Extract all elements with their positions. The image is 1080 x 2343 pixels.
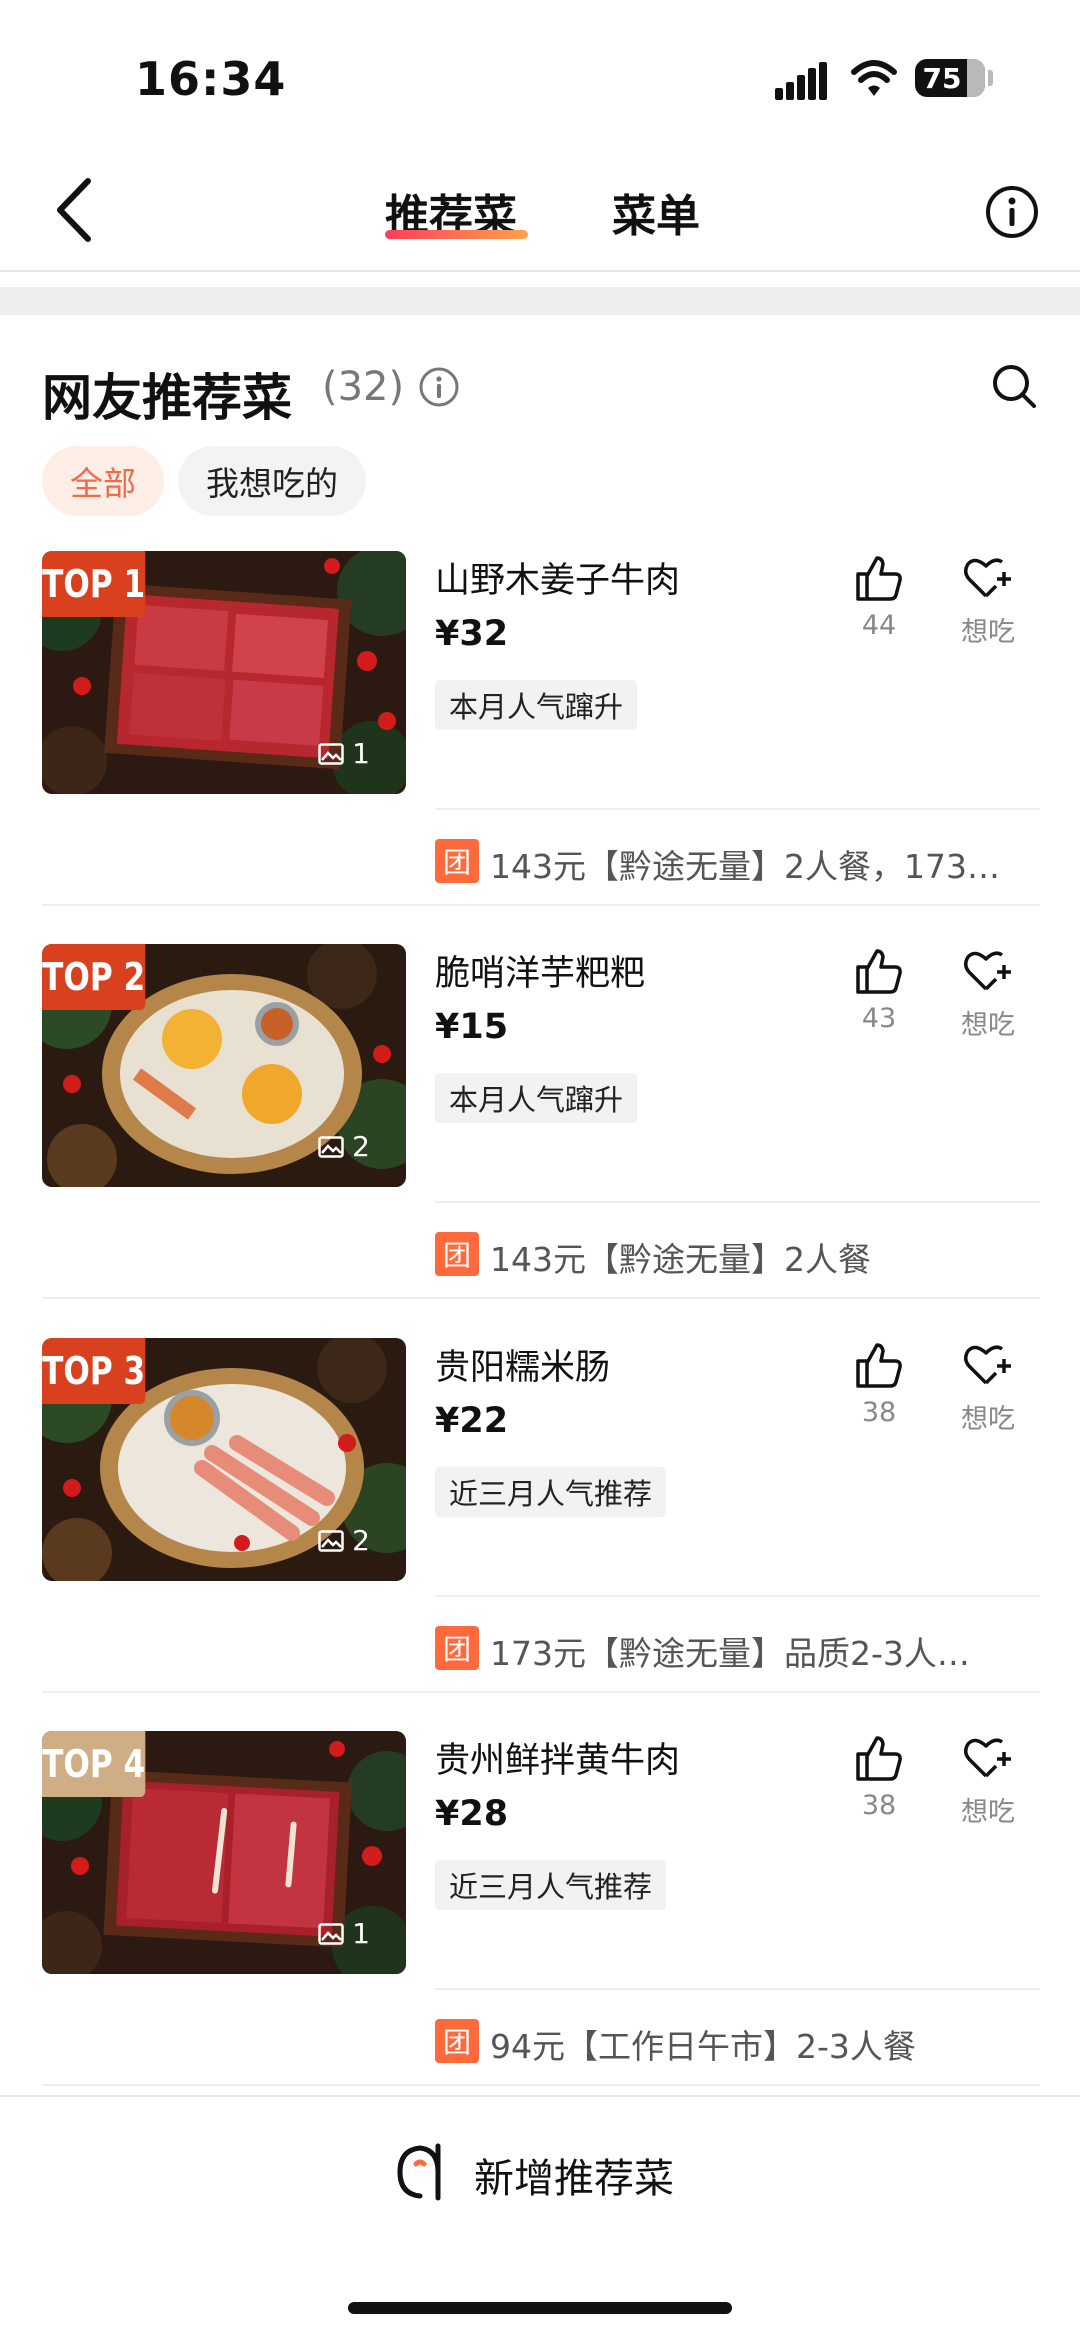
dish-tag: 近三月人气推荐 — [435, 1467, 667, 1517]
dish-price: ¥15 — [435, 1007, 509, 1047]
item-inner-divider — [435, 1988, 1040, 1990]
group-deal-icon: 团 — [435, 1626, 479, 1670]
image-icon — [318, 1922, 344, 1945]
search-icon[interactable] — [990, 362, 1038, 410]
dish-item[interactable]: TOP 1 1 山野木姜子牛肉 ¥32 本月人气蹿升 44 想吃 团 143元【… — [0, 550, 1080, 906]
want-label: 想吃 — [961, 617, 1015, 648]
dish-item[interactable]: TOP 2 2 脆哨洋芋粑粑 ¥15 本月人气蹿升 43 想吃 团 143元【黔… — [0, 943, 1080, 1299]
photo-count-value: 2 — [352, 1524, 370, 1557]
want-label: 想吃 — [961, 1797, 1015, 1828]
header-divider — [0, 270, 1080, 272]
battery-tip — [988, 70, 993, 86]
group-deal-text[interactable]: 143元【黔途无量】2人餐，173… — [490, 840, 1000, 888]
dish-name[interactable]: 脆哨洋芋粑粑 — [435, 945, 645, 996]
heart-plus-icon[interactable] — [962, 1339, 1014, 1391]
photo-count: 2 — [318, 1130, 370, 1163]
like-count: 38 — [861, 1397, 897, 1428]
like-count: 43 — [861, 1003, 897, 1034]
dish-photo[interactable]: TOP 2 2 — [42, 944, 406, 1187]
rank-badge: TOP 2 — [42, 944, 146, 1010]
group-deal-icon: 团 — [435, 839, 479, 883]
dish-name[interactable]: 山野木姜子牛肉 — [435, 552, 680, 603]
dish-photo[interactable]: TOP 3 2 — [42, 1338, 406, 1581]
like-count: 38 — [861, 1790, 897, 1821]
rank-badge-wrap: TOP 1 — [42, 551, 168, 617]
group-deal-text[interactable]: 143元【黔途无量】2人餐 — [490, 1233, 871, 1281]
dish-photo[interactable]: TOP 4 1 — [42, 1731, 406, 1974]
thumbs-up-icon[interactable] — [853, 945, 905, 997]
heart-plus-icon[interactable] — [962, 1732, 1014, 1784]
chevron-left-icon[interactable] — [50, 175, 100, 245]
image-icon — [318, 742, 344, 765]
want-label: 想吃 — [961, 1010, 1015, 1041]
wifi-icon — [851, 60, 897, 96]
photo-count: 1 — [318, 1917, 370, 1950]
thumbs-up-icon[interactable] — [853, 552, 905, 604]
dish-tag: 本月人气蹿升 — [435, 1073, 638, 1123]
dish-item[interactable]: TOP 4 1 贵州鲜拌黄牛肉 ¥28 近三月人气推荐 38 想吃 团 94元【… — [0, 1730, 1080, 2086]
item-divider — [42, 2084, 1040, 2086]
tab-menu[interactable]: 菜单 — [612, 180, 700, 244]
battery-indicator: 75 — [915, 59, 985, 97]
thumbs-up-icon[interactable] — [853, 1732, 905, 1784]
heart-plus-icon[interactable] — [962, 945, 1014, 997]
image-icon — [318, 1135, 344, 1158]
rank-badge: TOP 4 — [42, 1731, 146, 1797]
item-inner-divider — [435, 1201, 1040, 1203]
active-tab-indicator — [385, 230, 528, 239]
photo-count-value: 2 — [352, 1130, 370, 1163]
dish-name[interactable]: 贵阳糯米肠 — [435, 1339, 610, 1390]
dish-price: ¥28 — [435, 1794, 509, 1834]
image-icon — [318, 1529, 344, 1552]
group-deal-icon: 团 — [435, 1232, 479, 1276]
photo-count-value: 1 — [352, 737, 370, 770]
dish-price: ¥32 — [435, 614, 509, 654]
section-info-icon[interactable] — [418, 366, 460, 408]
item-inner-divider — [435, 808, 1040, 810]
cellular-signal-icon — [775, 62, 827, 100]
group-deal-text[interactable]: 94元【工作日午市】2-3人餐 — [490, 2020, 916, 2068]
like-count: 44 — [861, 610, 897, 641]
rank-badge-wrap: TOP 3 — [42, 1338, 168, 1404]
dish-price: ¥22 — [435, 1401, 509, 1441]
rank-badge: TOP 1 — [42, 551, 146, 617]
thumbs-up-icon[interactable] — [853, 1339, 905, 1391]
filter-all-chip[interactable]: 全部 — [42, 446, 164, 516]
add-recommended-dish-button[interactable]: 新增推荐菜 — [380, 2125, 710, 2220]
section-title: 网友推荐菜 — [42, 369, 292, 427]
status-time: 16:34 — [135, 52, 287, 106]
photo-count-value: 1 — [352, 1917, 370, 1950]
filter-want-chip[interactable]: 我想吃的 — [178, 446, 366, 516]
dish-item[interactable]: TOP 3 2 贵阳糯米肠 ¥22 近三月人气推荐 38 想吃 团 173元【黔… — [0, 1337, 1080, 1693]
item-inner-divider — [435, 1595, 1040, 1597]
item-divider — [42, 1691, 1040, 1693]
photo-count: 1 — [318, 737, 370, 770]
section-count: (32) — [322, 364, 405, 410]
heart-plus-icon[interactable] — [962, 552, 1014, 604]
add-dish-label: 新增推荐菜 — [474, 2156, 674, 2202]
dish-name[interactable]: 贵州鲜拌黄牛肉 — [435, 1732, 680, 1783]
rank-badge-wrap: TOP 4 — [42, 1731, 168, 1797]
info-icon[interactable] — [984, 184, 1040, 240]
item-divider — [42, 904, 1040, 906]
item-divider — [42, 1297, 1040, 1299]
home-indicator[interactable] — [348, 2302, 732, 2314]
dish-tag: 近三月人气推荐 — [435, 1860, 667, 1910]
group-deal-icon: 团 — [435, 2019, 479, 2063]
section-separator — [0, 287, 1080, 315]
group-deal-text[interactable]: 173元【黔途无量】品质2-3人… — [490, 1627, 970, 1675]
photo-count: 2 — [318, 1524, 370, 1557]
dish-photo[interactable]: TOP 1 1 — [42, 551, 406, 794]
want-label: 想吃 — [961, 1404, 1015, 1435]
battery-percent: 75 — [922, 61, 962, 95]
rank-badge-wrap: TOP 2 — [42, 944, 168, 1010]
rank-badge: TOP 3 — [42, 1338, 146, 1404]
dish-tag: 本月人气蹿升 — [435, 680, 638, 730]
add-dish-icon — [397, 2143, 441, 2201]
